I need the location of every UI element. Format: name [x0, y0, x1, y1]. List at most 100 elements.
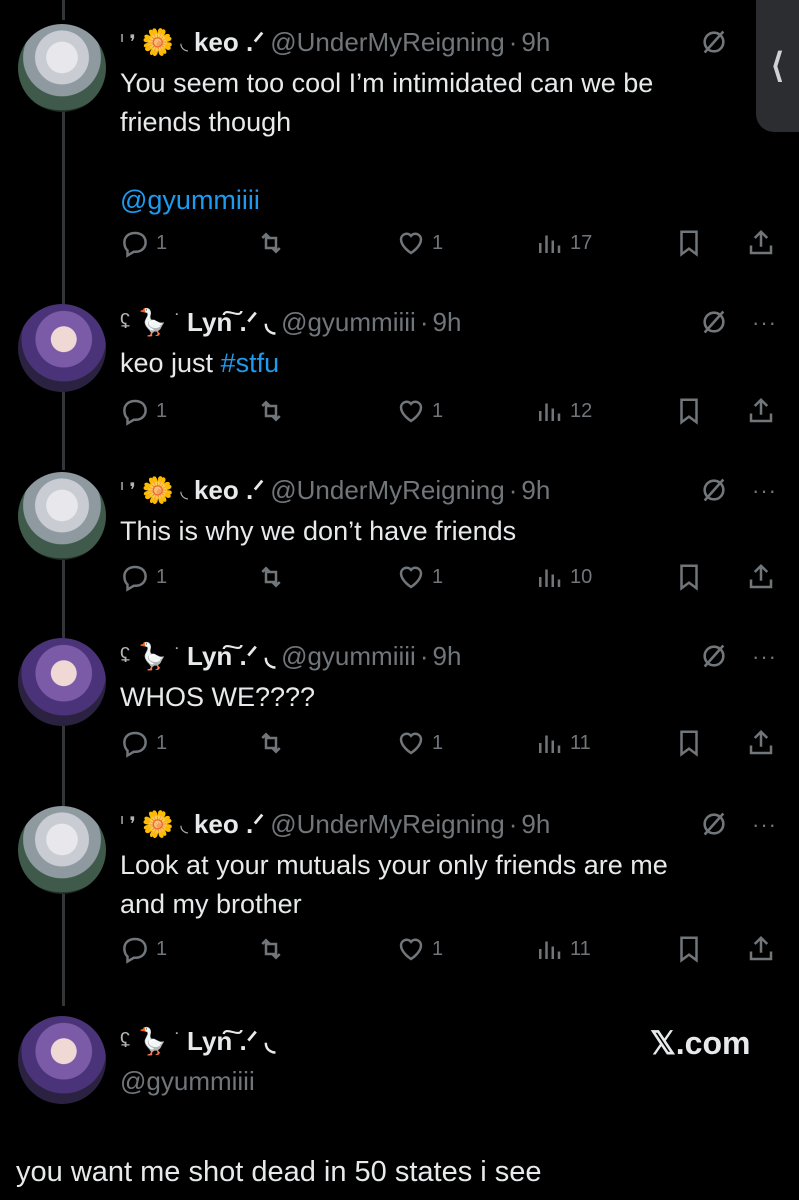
reply-button[interactable]: 1: [120, 228, 167, 258]
mention-link[interactable]: @gyummiiii: [120, 181, 760, 220]
views-button[interactable]: 11: [534, 934, 591, 964]
views-icon: [539, 735, 561, 753]
avatar[interactable]: [18, 638, 106, 726]
user-handle[interactable]: @UnderMyReigning: [270, 27, 505, 58]
separator-dot: ·: [419, 640, 429, 671]
user-handle[interactable]: @UnderMyReigning: [270, 809, 505, 840]
user-handle[interactable]: @gyummiiii: [281, 641, 416, 672]
more-icon[interactable]: ···: [752, 812, 777, 838]
thread-line: [62, 392, 65, 470]
retweet-button[interactable]: [256, 934, 292, 964]
grok-icon[interactable]: [700, 810, 728, 838]
tweet-text: WHOS WE????: [120, 678, 760, 717]
display-name[interactable]: Lyn͠ .ᐟ ◟: [187, 1026, 275, 1057]
timestamp[interactable]: 9h: [432, 641, 461, 672]
chevron-left-icon: ⟨: [770, 47, 785, 85]
like-button[interactable]: 1: [396, 396, 443, 426]
timestamp[interactable]: 9h: [432, 307, 461, 338]
thread-line: [62, 726, 65, 806]
like-icon: [399, 566, 423, 589]
view-count: 10: [570, 565, 593, 588]
grok-icon[interactable]: [700, 28, 728, 56]
like-button[interactable]: 1: [396, 228, 443, 258]
more-icon[interactable]: ···: [752, 310, 777, 336]
reply-button[interactable]: 1: [120, 934, 167, 964]
views-icon: [539, 403, 561, 421]
retweet-button[interactable]: [256, 396, 292, 426]
avatar[interactable]: [18, 472, 106, 560]
hashtag-link[interactable]: #stfu: [221, 348, 280, 378]
tweet-text-line: WHOS WE????: [120, 682, 316, 712]
retweet-icon: [261, 732, 281, 754]
like-button[interactable]: 1: [396, 934, 443, 964]
avatar[interactable]: [18, 806, 106, 894]
share-icon: [749, 563, 773, 589]
display-name[interactable]: keo .ᐟ: [194, 27, 264, 58]
grok-icon[interactable]: [700, 308, 728, 336]
reply-count: 1: [156, 565, 168, 588]
views-button[interactable]: 11: [534, 728, 591, 758]
separator-dot: ·: [508, 26, 518, 57]
like-count: 1: [432, 399, 444, 422]
view-count: 11: [570, 937, 591, 960]
retweet-button[interactable]: [256, 728, 292, 758]
user-handle[interactable]: @UnderMyReigning: [270, 475, 505, 506]
user-handle[interactable]: @gyummiiii: [281, 307, 416, 338]
tweet-text-line: This is why we don’t have friends: [120, 516, 517, 546]
views-button[interactable]: 12: [534, 396, 592, 426]
views-button[interactable]: 17: [534, 228, 592, 258]
like-icon: [399, 938, 423, 961]
more-icon[interactable]: ···: [752, 644, 777, 670]
reply-button[interactable]: 1: [120, 396, 167, 426]
timestamp[interactable]: 9h: [521, 475, 550, 506]
side-panel-tab[interactable]: ⟨: [756, 0, 799, 132]
share-button[interactable]: [746, 728, 782, 758]
goose-emoji: 🪿: [136, 640, 169, 671]
retweet-button[interactable]: [256, 228, 292, 258]
share-button[interactable]: [746, 562, 782, 592]
goose-emoji: 🪿: [136, 306, 169, 337]
timestamp[interactable]: 9h: [521, 809, 550, 840]
reply-button[interactable]: 1: [120, 728, 167, 758]
like-icon: [399, 732, 423, 755]
retweet-icon: [261, 566, 281, 588]
display-name[interactable]: Lyn͠ .ᐟ ◟: [187, 641, 275, 672]
reply-button[interactable]: 1: [120, 562, 167, 592]
views-button[interactable]: 10: [534, 562, 592, 592]
reply-icon: [123, 565, 147, 592]
avatar[interactable]: [18, 24, 106, 112]
share-button[interactable]: [746, 228, 782, 258]
bookmark-button[interactable]: [674, 562, 710, 592]
avatar[interactable]: [18, 1016, 106, 1104]
name-decoration: ʢ: [120, 310, 130, 333]
reply-count: 1: [156, 937, 168, 960]
grok-icon[interactable]: [700, 476, 728, 504]
bookmark-button[interactable]: [674, 728, 710, 758]
tweet-header: ᑊ ❜ 🌼 ◟ keo .ᐟ @UnderMyReigning · 9h: [120, 472, 640, 508]
like-button[interactable]: 1: [396, 562, 443, 592]
share-button[interactable]: [746, 934, 782, 964]
tweet-actions: 1 1 11: [120, 934, 780, 970]
display-name[interactable]: Lyn͠ .ᐟ ◟: [187, 307, 275, 338]
flower-emoji: 🌼: [141, 808, 175, 839]
display-name[interactable]: keo .ᐟ: [194, 809, 264, 840]
share-icon: [749, 397, 773, 423]
retweet-button[interactable]: [256, 562, 292, 592]
grok-icon[interactable]: [700, 642, 728, 670]
reply-icon: [123, 399, 147, 426]
timestamp[interactable]: 9h: [521, 27, 550, 58]
name-decoration: ˙: [174, 644, 182, 667]
share-button[interactable]: [746, 396, 782, 426]
avatar[interactable]: [18, 304, 106, 392]
bookmark-button[interactable]: [674, 934, 710, 964]
bookmark-button[interactable]: [674, 396, 710, 426]
like-button[interactable]: 1: [396, 728, 443, 758]
name-decoration: ˙: [174, 1030, 182, 1052]
separator-dot: ·: [508, 474, 518, 505]
more-icon[interactable]: ···: [752, 478, 777, 504]
flower-emoji: 🌼: [141, 26, 175, 57]
bookmark-button[interactable]: [674, 228, 710, 258]
display-name[interactable]: keo .ᐟ: [194, 475, 264, 506]
name-decoration: ᑊ ❜: [120, 813, 136, 836]
user-handle[interactable]: @gyummiiii: [120, 1066, 255, 1097]
